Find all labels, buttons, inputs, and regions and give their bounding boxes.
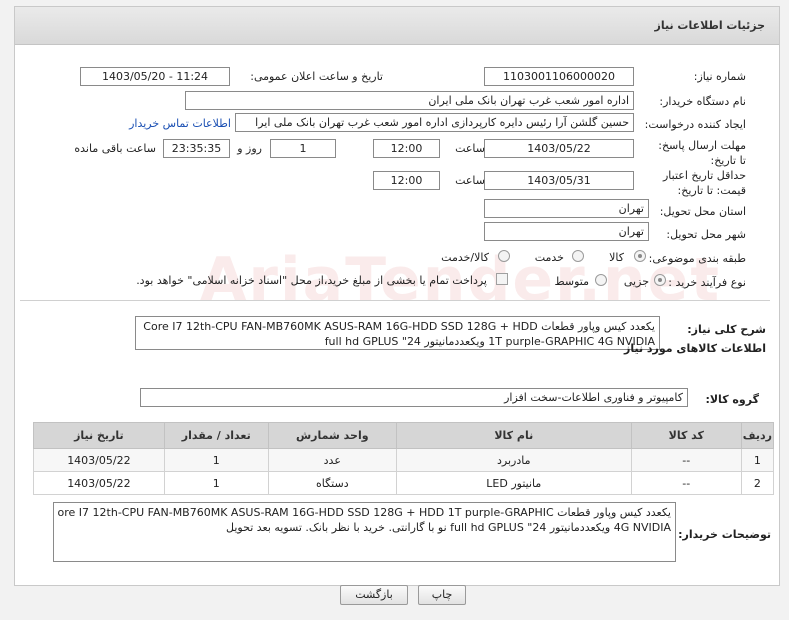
- cell-code: --: [630, 471, 742, 495]
- validity-label: حداقل تاریخ اعتبار قیمت: تا تاریخ:: [662, 169, 746, 197]
- process-medium-radio[interactable]: [595, 274, 607, 286]
- remaining-time-field[interactable]: 23:35:35: [163, 139, 230, 158]
- creator-field[interactable]: حسین گلشن آرا رئیس دایره کارپردازی اداره…: [235, 113, 634, 132]
- treasury-payment-checkbox[interactable]: [496, 273, 508, 285]
- province-label: استان محل تحویل:: [659, 205, 746, 218]
- reply-date-field[interactable]: 1403/05/22: [484, 139, 634, 158]
- buyer-notes-line-2: 4G NVIDIA ویکعددمانیتور 24" full hd GPLU…: [226, 521, 671, 534]
- buyer-org-label: نام دستگاه خریدار:: [659, 95, 746, 108]
- table-row[interactable]: 2 -- مانیتور LED دستگاه 1 1403/05/22: [33, 471, 775, 495]
- city-label: شهر محل تحویل:: [666, 228, 746, 241]
- goods-group-label: گروه کالا:: [705, 393, 759, 406]
- days-count-field[interactable]: 1: [270, 139, 336, 158]
- reply-time-label: ساعت: [455, 142, 485, 155]
- process-medium-label: متوسط: [554, 275, 589, 288]
- col-date-header: تاریخ نیاز: [33, 422, 165, 449]
- need-number-field[interactable]: 1103001106000020: [484, 67, 634, 86]
- buyer-contact-link[interactable]: اطلاعات تماس خریدار: [129, 117, 231, 130]
- reply-deadline-label: مهلت ارسال پاسخ: تا تاریخ:: [658, 139, 746, 167]
- process-small-radio[interactable]: [654, 274, 666, 286]
- category-service-label: خدمت: [534, 251, 564, 264]
- cell-date: 1403/05/22: [33, 448, 165, 472]
- cell-row: 1: [740, 448, 775, 472]
- category-goods-service-label: کالا/خدمت: [441, 251, 489, 264]
- cell-name: مادربرد: [395, 448, 632, 472]
- col-row-header: ردیف: [740, 422, 775, 449]
- city-field[interactable]: تهران: [484, 222, 649, 241]
- buyer-org-field[interactable]: اداره امور شعب غرب تهران بانک ملی ایران: [185, 91, 634, 110]
- category-goods-label: کالا: [609, 251, 624, 264]
- treasury-payment-note: پرداخت تمام یا بخشی از مبلغ خرید،از محل …: [136, 274, 487, 287]
- cell-code: --: [630, 448, 742, 472]
- description-label: شرح کلی نیاز:: [687, 323, 766, 336]
- category-service-radio[interactable]: [572, 250, 584, 262]
- table-header-row: ردیف کد کالا نام کالا واحد شمارش تعداد /…: [33, 422, 775, 449]
- reply-time-field[interactable]: 12:00: [373, 139, 440, 158]
- validity-time-field[interactable]: 12:00: [373, 171, 440, 190]
- validity-date-field[interactable]: 1403/05/31: [484, 171, 634, 190]
- cell-unit: دستگاه: [267, 471, 397, 495]
- announce-label: تاریخ و ساعت اعلان عمومی:: [250, 70, 383, 83]
- process-small-label: جزیی: [623, 275, 649, 288]
- goods-section-title: اطلاعات کالاهای مورد نیاز: [624, 342, 766, 355]
- buyer-notes-line-1: یکعدد کیس وپاور قطعات Core I7 12th-CPU F…: [58, 506, 671, 519]
- page-title: جزئیات اطلاعات نیاز: [654, 19, 766, 32]
- category-label: طبقه بندی موضوعی:: [648, 252, 746, 265]
- announce-field[interactable]: 1403/05/20 - 11:24: [80, 67, 230, 86]
- process-type-label: نوع فرآیند خرید :: [668, 276, 746, 289]
- col-unit-header: واحد شمارش: [267, 422, 397, 449]
- print-button[interactable]: چاپ: [418, 585, 466, 605]
- validity-time-label: ساعت: [455, 174, 485, 187]
- cell-row: 2: [740, 471, 775, 495]
- remaining-label: ساعت باقی مانده: [74, 142, 156, 155]
- cell-date: 1403/05/22: [33, 471, 165, 495]
- col-code-header: کد کالا: [630, 422, 742, 449]
- description-textarea[interactable]: یکعدد کیس وپاور قطعات Core I7 12th-CPU F…: [135, 316, 660, 350]
- items-table: ردیف کد کالا نام کالا واحد شمارش تعداد /…: [33, 422, 775, 495]
- col-name-header: نام کالا: [395, 422, 632, 449]
- section-divider: [20, 300, 770, 301]
- need-number-label: شماره نیاز:: [693, 70, 746, 83]
- cell-name: مانیتور LED: [395, 471, 632, 495]
- col-qty-header: تعداد / مقدار: [163, 422, 269, 449]
- province-field[interactable]: تهران: [484, 199, 649, 218]
- days-label: روز و: [237, 142, 262, 155]
- buyer-notes-textarea[interactable]: یکعدد کیس وپاور قطعات Core I7 12th-CPU F…: [53, 502, 676, 562]
- panel-header: جزئیات اطلاعات نیاز: [15, 7, 779, 45]
- category-goods-service-radio[interactable]: [498, 250, 510, 262]
- cell-unit: عدد: [267, 448, 397, 472]
- creator-label: ایجاد کننده درخواست:: [644, 118, 746, 131]
- back-button[interactable]: بازگشت: [340, 585, 408, 605]
- cell-qty: 1: [163, 471, 269, 495]
- category-goods-radio[interactable]: [634, 250, 646, 262]
- buyer-notes-label: توضیحات خریدار:: [678, 528, 771, 541]
- table-row[interactable]: 1 -- مادربرد عدد 1 1403/05/22: [33, 448, 775, 472]
- cell-qty: 1: [163, 448, 269, 472]
- goods-group-field[interactable]: کامپیوتر و فناوری اطلاعات-سخت افزار: [140, 388, 688, 407]
